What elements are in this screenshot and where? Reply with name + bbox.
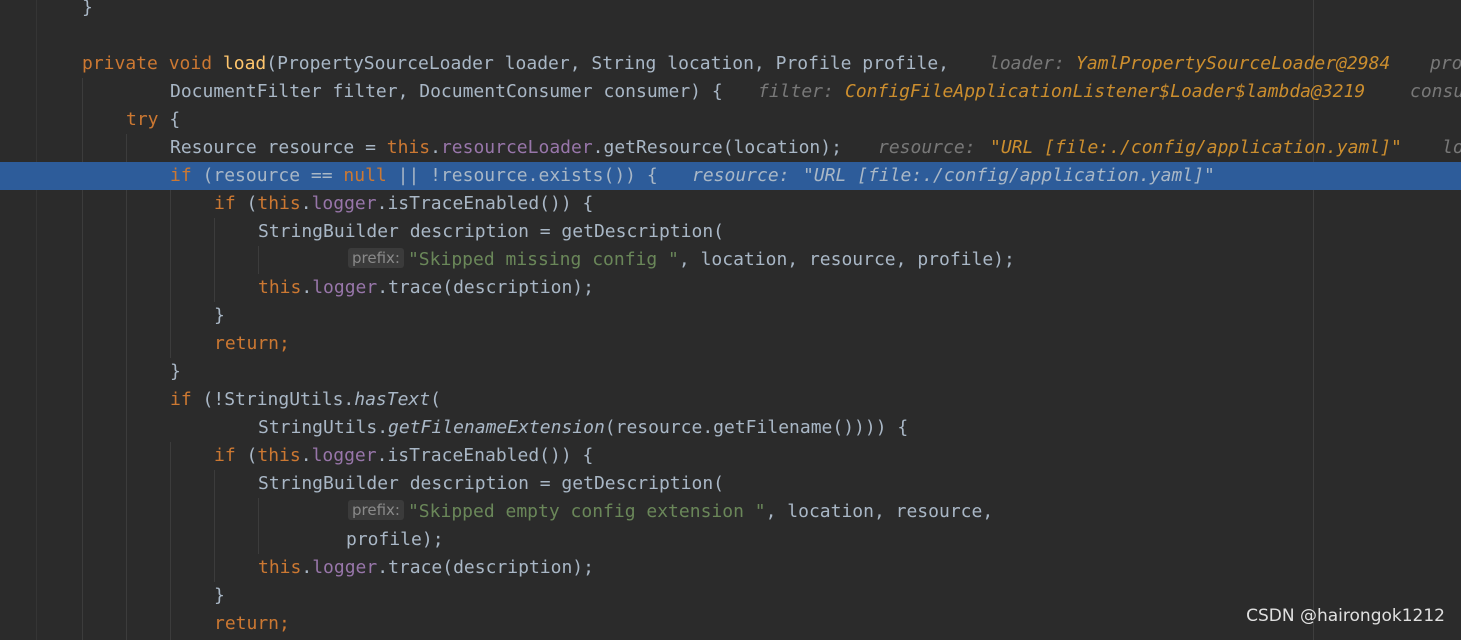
keyword-return: return; [214,333,290,354]
open-brace: { [169,109,181,130]
code-line-method-signature[interactable]: private void load(PropertySourceLoader l… [0,50,1461,78]
code-line[interactable]: } [0,358,1461,386]
inline-debug-hint-value: ConfigFileApplicationListener$Loader$lam… [845,81,1366,102]
keyword-return: return; [214,613,290,634]
keyword-this: this [386,137,431,158]
code-line[interactable]: } [0,582,1461,610]
code-line[interactable]: StringBuilder description = getDescripti… [0,218,1461,246]
static-method-hasText: hasText [354,389,431,410]
keyword-this: this [258,277,302,298]
method-params: (PropertySourceLoader loader, String loc… [266,53,949,74]
keyword-this: this [257,193,301,214]
field-logger: logger [311,193,377,214]
code-line[interactable]: this.logger.trace(description); [0,554,1461,582]
string-literal: "Skipped empty config extension " [407,501,766,522]
code-line[interactable]: DocumentFilter filter, DocumentConsumer … [0,78,1461,106]
field-resourceLoader: resourceLoader [440,137,593,158]
inline-debug-hint-label: filter: [758,81,834,102]
code-line[interactable]: if (!StringUtils.hasText( [0,386,1461,414]
keyword-private: private [82,53,158,74]
keyword-if: if [214,193,236,214]
code-line[interactable]: return; [0,330,1461,358]
code-line[interactable]: this.logger.trace(description); [0,274,1461,302]
code-line[interactable]: StringBuilder description = getDescripti… [0,470,1461,498]
closing-brace: } [214,305,225,326]
inline-debug-hint-label: loader: [989,53,1065,74]
string-literal: "Skipped missing config " [407,249,679,270]
code-editor[interactable]: } private void load(PropertySourceLoader… [0,0,1461,640]
closing-brace: } [214,585,225,606]
keyword-void: void [168,53,213,74]
watermark-text: CSDN @hairongok1212 [1246,606,1445,626]
inline-debug-hint-label: consu [1410,81,1461,102]
field-logger: logger [312,277,378,298]
static-method-getFilenameExtension: getFilenameExtension [388,417,605,438]
code-line[interactable]: if (this.logger.isTraceEnabled()) { [0,442,1461,470]
closing-brace: } [170,361,181,382]
inline-debug-hint-label: resource: [878,137,976,158]
code-line[interactable]: } [0,302,1461,330]
inline-debug-hint-label: resource: [692,165,790,186]
keyword-this: this [258,557,302,578]
code-line[interactable]: profile); [0,526,1461,554]
parameter-name-hint: prefix: [348,248,404,268]
code-line[interactable]: StringUtils.getFilenameExtension(resourc… [0,414,1461,442]
closing-brace: } [82,0,93,18]
keyword-null: null [343,165,387,186]
current-execution-line[interactable]: if (resource == null || !resource.exists… [0,162,1461,190]
field-logger: logger [312,557,378,578]
method-params: DocumentFilter filter, DocumentConsumer … [170,81,723,102]
code-line[interactable]: } [0,0,1461,22]
field-logger: logger [311,445,377,466]
code-line[interactable]: return; [0,610,1461,638]
code-line[interactable]: if (this.logger.isTraceEnabled()) { [0,190,1461,218]
method-name: load [222,53,267,74]
code-line[interactable]: Resource resource = this.resourceLoader.… [0,134,1461,162]
inline-debug-hint-value: "URL [file:./config/application.yaml]" [990,137,1402,158]
inline-debug-hint-value: YamlPropertySourceLoader@2984 [1076,53,1391,74]
inline-debug-hint-label: pro [1430,53,1461,74]
keyword-try: try [126,109,159,130]
inline-debug-hint-label: lo [1442,137,1461,158]
code-line[interactable]: prefix: "Skipped empty config extension "… [0,498,1461,526]
parameter-name-hint: prefix: [348,500,404,520]
keyword-if: if [214,445,236,466]
code-line[interactable]: try { [0,106,1461,134]
keyword-if: if [170,165,192,186]
code-line[interactable]: prefix: "Skipped missing config ", locati… [0,246,1461,274]
keyword-if: if [170,389,192,410]
inline-debug-hint-value: "URL [file:./config/application.yaml]" [803,165,1215,186]
keyword-this: this [257,445,301,466]
